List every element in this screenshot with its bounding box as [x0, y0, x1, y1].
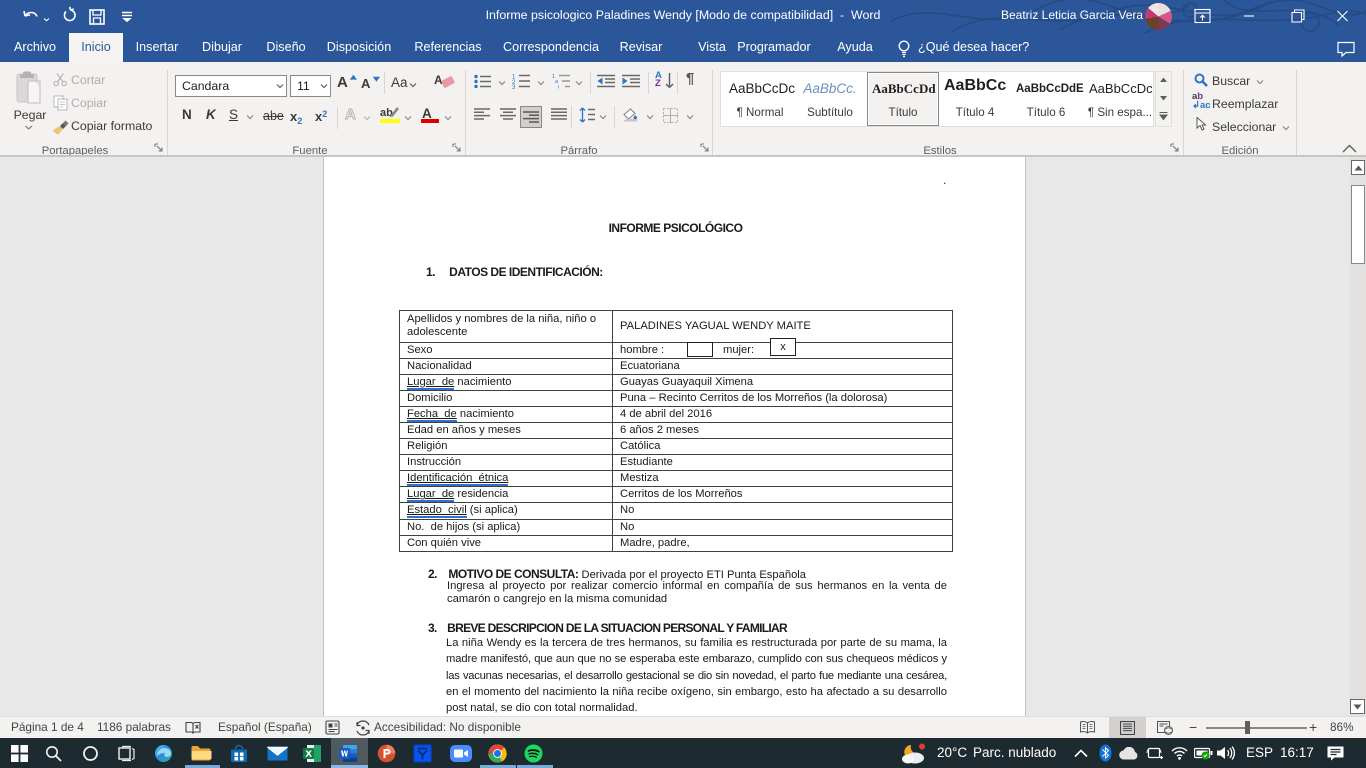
- svg-text:3: 3: [512, 85, 516, 89]
- svg-text:i: i: [558, 85, 559, 90]
